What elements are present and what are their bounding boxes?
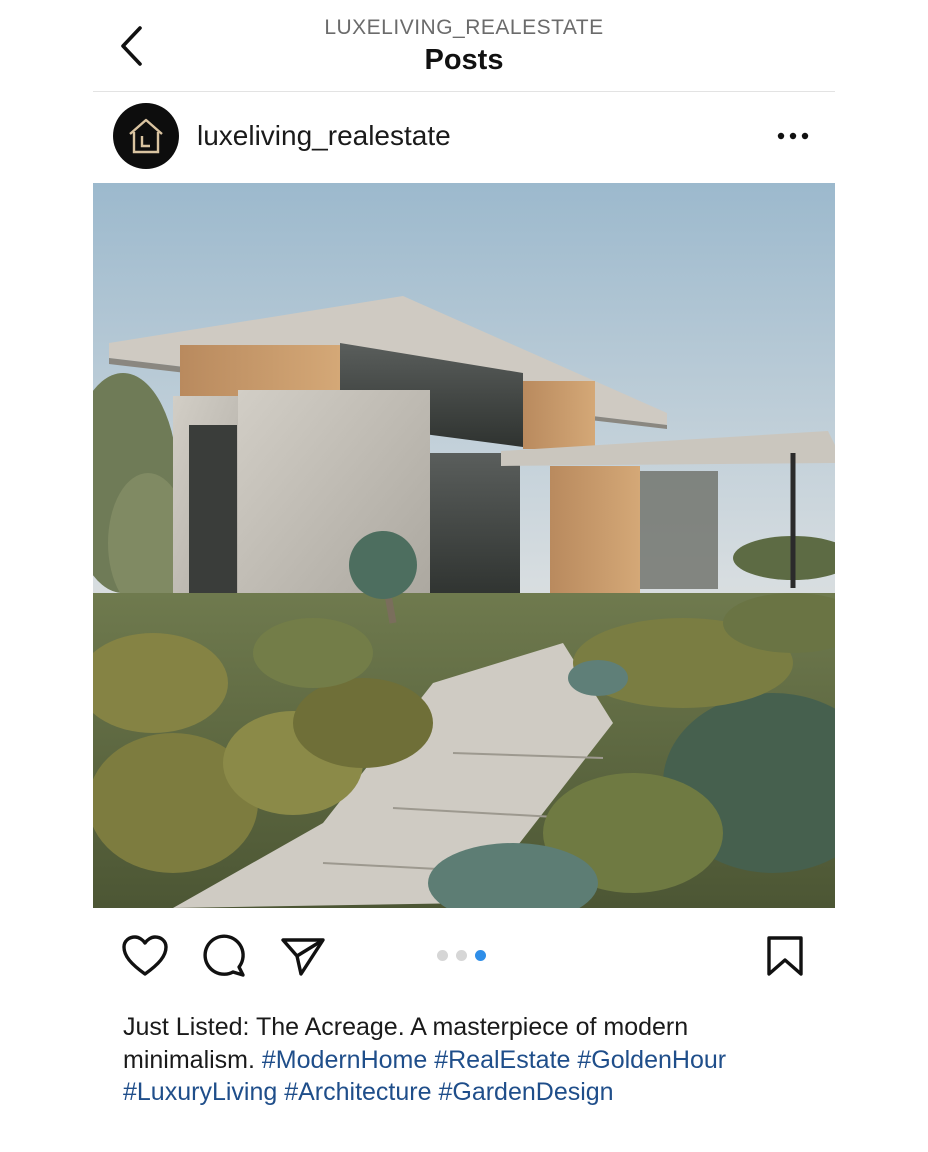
- carousel-dot: [456, 950, 467, 961]
- post-actions: [93, 925, 835, 987]
- carousel-dot: [437, 950, 448, 961]
- save-button[interactable]: [759, 931, 811, 981]
- hashtag-link[interactable]: #GoldenHour: [577, 1046, 726, 1074]
- caption-line: minimalism. #ModernHome #RealEstate #Gol…: [123, 1044, 803, 1077]
- comment-button[interactable]: [198, 931, 250, 981]
- heart-icon: [122, 935, 168, 976]
- caption-line: #LuxuryLiving #Architecture #GardenDesig…: [123, 1076, 803, 1109]
- hashtag-link[interactable]: #Architecture: [284, 1078, 431, 1106]
- hashtag-link[interactable]: #LuxuryLiving: [123, 1078, 277, 1106]
- more-options-button[interactable]: [771, 118, 815, 154]
- bookmark-icon: [767, 936, 803, 976]
- top-bar: LUXELIVING_REALESTATE Posts: [0, 0, 928, 92]
- carousel-dot-active: [475, 950, 486, 961]
- account-handle: LUXELIVING_REALESTATE: [324, 16, 604, 39]
- send-icon: [281, 938, 325, 976]
- house-logo-icon: [129, 118, 163, 154]
- page-title: Posts: [424, 44, 504, 76]
- more-horizontal-icon: [777, 132, 809, 140]
- hashtag-link[interactable]: #GardenDesign: [438, 1078, 613, 1106]
- post-header: luxeliving_realestate: [93, 100, 835, 172]
- hashtag-link[interactable]: #RealEstate: [434, 1046, 570, 1074]
- post-caption: Just Listed: The Acreage. A masterpiece …: [123, 1011, 803, 1109]
- header-divider: [93, 91, 835, 92]
- post-image[interactable]: [93, 183, 835, 908]
- share-button[interactable]: [277, 931, 329, 981]
- caption-line: Just Listed: The Acreage. A masterpiece …: [123, 1013, 689, 1041]
- post-username[interactable]: luxeliving_realestate: [197, 120, 451, 152]
- modern-house-photo: [93, 183, 835, 908]
- hashtag-link[interactable]: #ModernHome: [262, 1046, 427, 1074]
- comment-icon: [203, 934, 245, 977]
- carousel-indicator: [437, 950, 486, 961]
- like-button[interactable]: [119, 931, 171, 981]
- avatar[interactable]: [113, 103, 179, 169]
- caption-text: minimalism.: [123, 1045, 255, 1074]
